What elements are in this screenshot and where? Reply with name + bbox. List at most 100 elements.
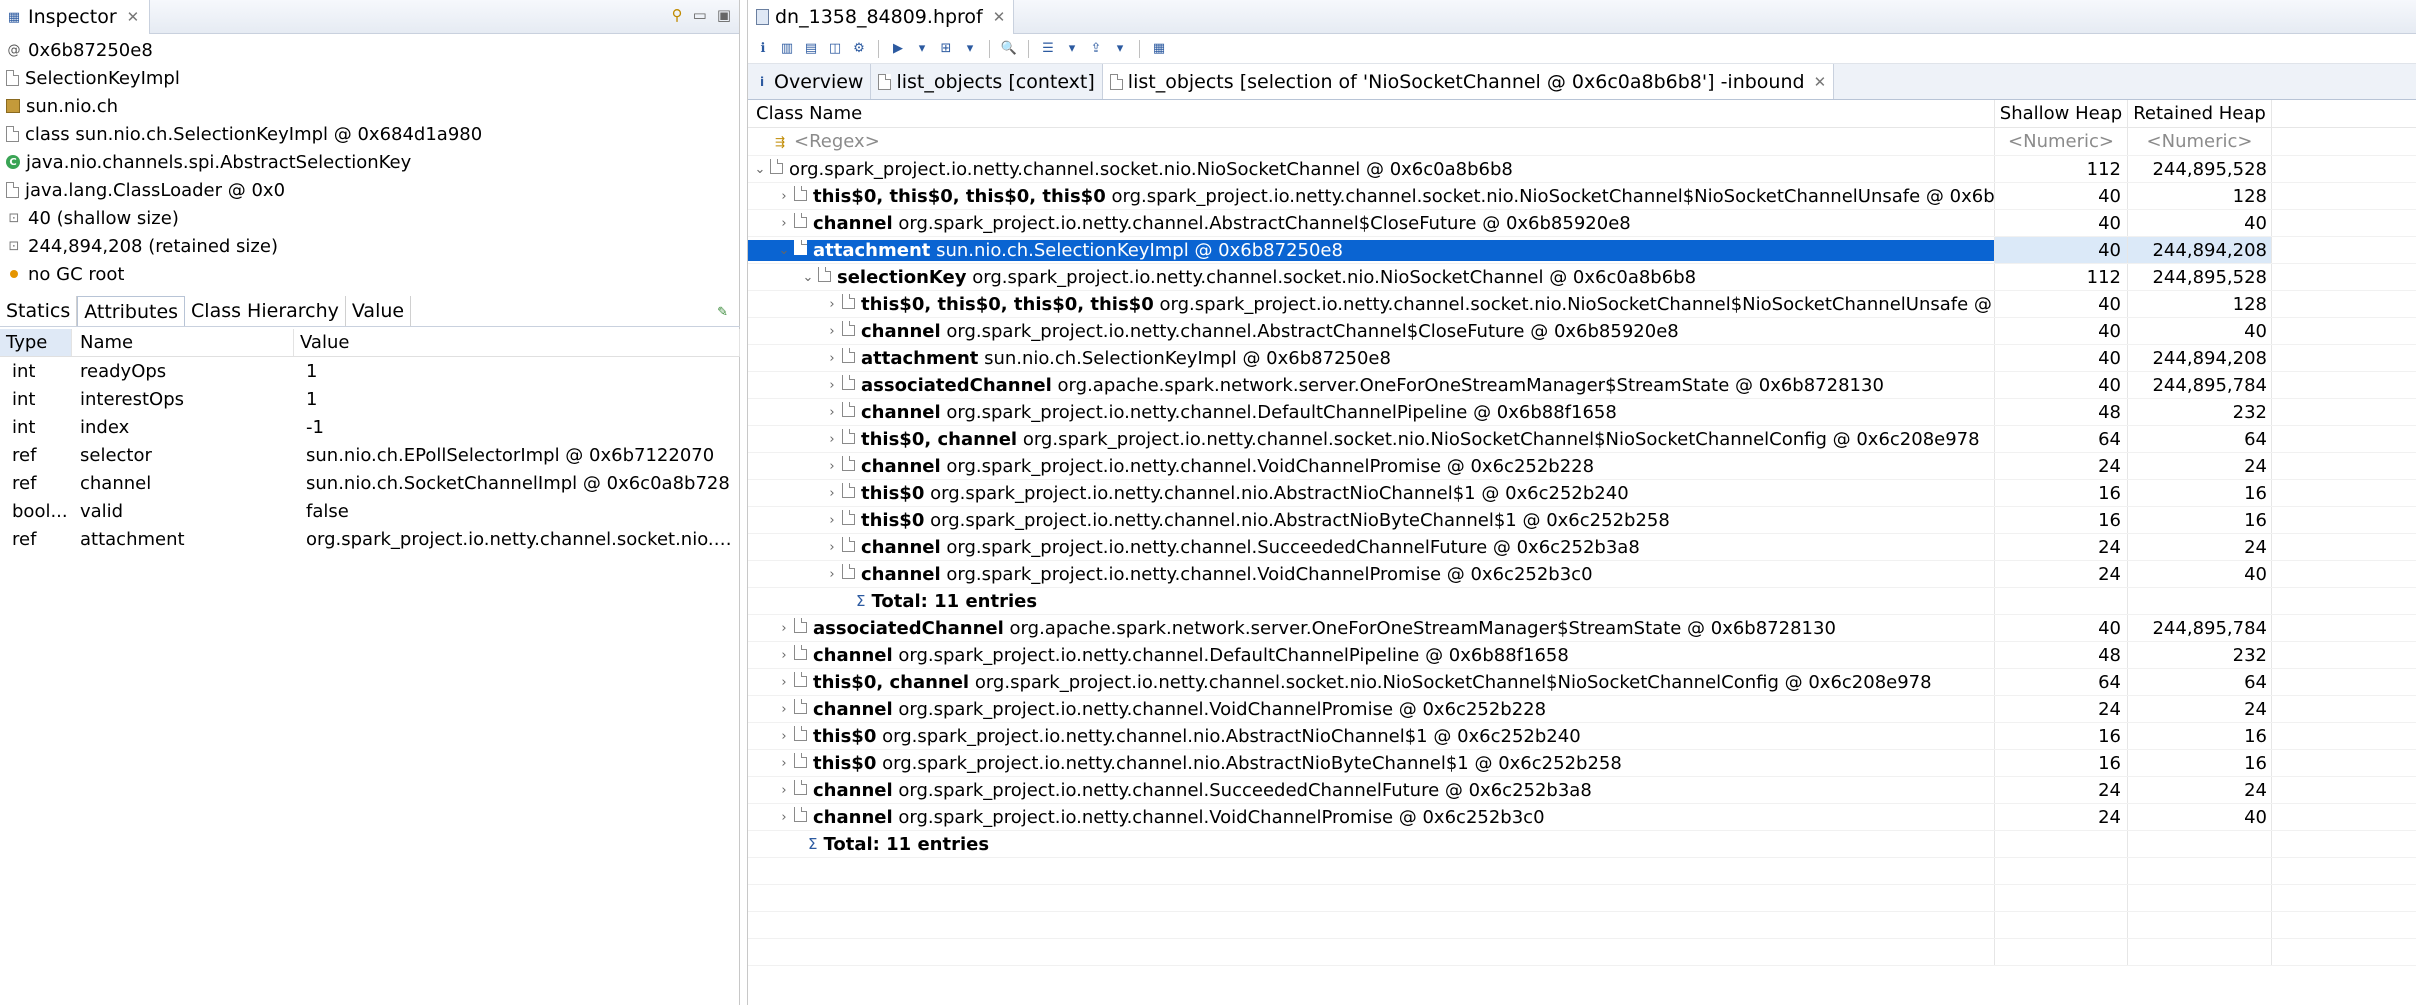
table-row[interactable]: int index -1 — [0, 413, 740, 441]
dominator-tree-icon[interactable]: ▤ — [802, 40, 820, 58]
table-row[interactable]: ref channel sun.nio.ch.SocketChannelImpl @… — [0, 469, 740, 497]
table-row[interactable]: int readyOps 1 — [0, 357, 740, 385]
tab-attributes[interactable]: Attributes — [77, 296, 186, 326]
result-tab-list-objects[interactable]: list_objects [selection of 'NioSocketCha… — [1102, 64, 1835, 99]
table-row[interactable]: bool... valid false — [0, 497, 740, 525]
tree-row[interactable]: › channel org.spark_project.io.netty.chan… — [748, 561, 2416, 588]
tree-row[interactable]: ⌄ attachment sun.nio.ch.SelectionKeyImpl … — [748, 237, 2416, 264]
collapse-arrow-icon[interactable]: › — [776, 648, 792, 663]
tree-row[interactable]: › this$0, channel org.spark_project.io.ne… — [748, 669, 2416, 696]
tree-row[interactable]: › this$0 org.spark_project.io.netty.chann… — [748, 480, 2416, 507]
tab-statics[interactable]: Statics — [0, 296, 78, 326]
collapse-arrow-icon[interactable]: › — [776, 702, 792, 717]
minimize-icon[interactable]: ▭ — [693, 6, 707, 24]
histogram-icon[interactable]: ▥ — [778, 40, 796, 58]
expand-arrow-icon[interactable]: ⌄ — [776, 243, 792, 258]
column-header-name[interactable]: Name — [72, 329, 294, 356]
column-spacer — [2271, 183, 2416, 209]
tree-row[interactable]: ⌄ selectionKey org.spark_project.io.netty… — [748, 264, 2416, 291]
inspector-info-row: @0x6b87250e8 — [0, 36, 739, 64]
tree-row[interactable]: › associatedChannel org.apache.spark.netw… — [748, 372, 2416, 399]
tree-row[interactable]: › channel org.spark_project.io.netty.chan… — [748, 210, 2416, 237]
collapse-arrow-icon[interactable]: › — [824, 351, 840, 366]
tree-row[interactable]: › this$0 org.spark_project.io.netty.chann… — [748, 723, 2416, 750]
tab-class-hierarchy[interactable]: Class Hierarchy — [185, 296, 346, 326]
result-tab-overview[interactable]: i Overview — [748, 64, 872, 99]
tree-row[interactable]: › this$0, this$0, this$0, this$0 org.spar… — [748, 291, 2416, 318]
run-report-icon[interactable]: ▶ — [889, 40, 907, 58]
pin-view-icon[interactable]: ⚲ — [672, 6, 683, 24]
column-header-type[interactable]: Type — [0, 329, 72, 356]
tree-row[interactable]: › channel org.spark_project.io.netty.chan… — [748, 804, 2416, 831]
collapse-arrow-icon[interactable]: › — [824, 297, 840, 312]
collapse-arrow-icon[interactable]: › — [824, 513, 840, 528]
collapse-arrow-icon[interactable]: › — [776, 216, 792, 231]
dropdown-arrow-icon[interactable]: ▾ — [1111, 40, 1129, 58]
collapse-arrow-icon[interactable]: › — [776, 756, 792, 771]
maximize-icon[interactable]: ▣ — [717, 6, 731, 24]
thread-overview-icon[interactable]: ⚙ — [850, 40, 868, 58]
tree-row[interactable]: › channel org.spark_project.io.netty.chan… — [748, 696, 2416, 723]
collapse-arrow-icon[interactable]: › — [824, 459, 840, 474]
export-icon[interactable]: ⇪ — [1087, 40, 1105, 58]
tree-row[interactable]: › this$0 org.spark_project.io.netty.chann… — [748, 750, 2416, 777]
collapse-arrow-icon[interactable]: › — [824, 567, 840, 582]
regex-filter[interactable]: ⇶ <Regex> — [748, 131, 1994, 152]
close-icon[interactable]: ✕ — [993, 8, 1006, 26]
tree-row[interactable]: › attachment sun.nio.ch.SelectionKeyImpl … — [748, 345, 2416, 372]
collapse-arrow-icon[interactable]: › — [824, 378, 840, 393]
collapse-arrow-icon[interactable]: › — [776, 783, 792, 798]
close-icon[interactable]: ✕ — [1814, 73, 1827, 91]
tree-row[interactable]: › channel org.spark_project.io.netty.chan… — [748, 777, 2416, 804]
tree-row[interactable]: › channel org.spark_project.io.netty.chan… — [748, 318, 2416, 345]
tree-row[interactable]: ⌄ org.spark_project.io.netty.channel.sock… — [748, 156, 2416, 183]
query-browser-icon[interactable]: ⊞ — [937, 40, 955, 58]
retained-heap-filter[interactable]: <Numeric> — [2127, 128, 2271, 155]
expand-arrow-icon[interactable]: ⌄ — [752, 162, 768, 177]
pin-icon[interactable]: ✎ — [717, 305, 728, 320]
tree-row[interactable]: › this$0, this$0, this$0, this$0 org.spar… — [748, 183, 2416, 210]
close-icon[interactable]: ✕ — [127, 8, 140, 26]
shallow-heap-filter[interactable]: <Numeric> — [1994, 128, 2127, 155]
collapse-arrow-icon[interactable]: › — [824, 432, 840, 447]
column-header-shallow-heap[interactable]: Shallow Heap — [1994, 100, 2127, 127]
inspector-info-row: Cjava.nio.channels.spi.AbstractSelection… — [0, 148, 739, 176]
table-row[interactable]: ref attachment org.spark_project.io.netty.… — [0, 525, 740, 553]
column-header-retained-heap[interactable]: Retained Heap — [2127, 100, 2271, 127]
table-row[interactable]: ref selector sun.nio.ch.EPollSelectorImpl … — [0, 441, 740, 469]
collapse-arrow-icon[interactable]: › — [776, 621, 792, 636]
oql-icon[interactable]: ◫ — [826, 40, 844, 58]
collapse-arrow-icon[interactable]: › — [824, 486, 840, 501]
filter-icon: ⇶ — [774, 134, 786, 149]
collapse-arrow-icon[interactable]: › — [824, 540, 840, 555]
column-header-class-name[interactable]: Class Name — [748, 103, 1994, 124]
collapse-arrow-icon[interactable]: › — [776, 810, 792, 825]
tree-row[interactable]: › channel org.spark_project.io.netty.chan… — [748, 399, 2416, 426]
tab-value[interactable]: Value — [346, 296, 412, 326]
inspector-tab[interactable]: ▦ Inspector ✕ — [0, 0, 151, 34]
editor-tab-hprof[interactable]: dn_1358_84809.hprof ✕ — [748, 0, 1015, 34]
tree-row[interactable]: › channel org.spark_project.io.netty.chan… — [748, 453, 2416, 480]
dropdown-arrow-icon[interactable]: ▾ — [913, 40, 931, 58]
dropdown-arrow-icon[interactable]: ▾ — [961, 40, 979, 58]
info-icon[interactable]: ℹ — [754, 40, 772, 58]
tree-row[interactable]: › channel org.spark_project.io.netty.chan… — [748, 642, 2416, 669]
collapse-arrow-icon[interactable]: › — [776, 675, 792, 690]
tree-row[interactable]: › this$0, channel org.spark_project.io.ne… — [748, 426, 2416, 453]
tree-row[interactable]: › channel org.spark_project.io.netty.chan… — [748, 534, 2416, 561]
collapse-arrow-icon[interactable]: › — [824, 324, 840, 339]
group-by-icon[interactable]: ☰ — [1039, 40, 1057, 58]
dropdown-arrow-icon[interactable]: ▾ — [1063, 40, 1081, 58]
calculate-retained-size-icon[interactable]: ▦ — [1150, 40, 1168, 58]
table-row[interactable]: int interestOps 1 — [0, 385, 740, 413]
tree-row[interactable]: › this$0 org.spark_project.io.netty.chann… — [748, 507, 2416, 534]
total-row: Σ Total: 11 entries — [748, 831, 2416, 858]
result-tab-list-objects[interactable]: list_objects [context] — [871, 64, 1103, 99]
expand-arrow-icon[interactable]: ⌄ — [800, 270, 816, 285]
search-icon[interactable]: 🔍 — [1000, 40, 1018, 58]
collapse-arrow-icon[interactable]: › — [776, 189, 792, 204]
tree-row[interactable]: › associatedChannel org.apache.spark.netw… — [748, 615, 2416, 642]
collapse-arrow-icon[interactable]: › — [824, 405, 840, 420]
column-header-value[interactable]: Value — [294, 329, 740, 356]
collapse-arrow-icon[interactable]: › — [776, 729, 792, 744]
